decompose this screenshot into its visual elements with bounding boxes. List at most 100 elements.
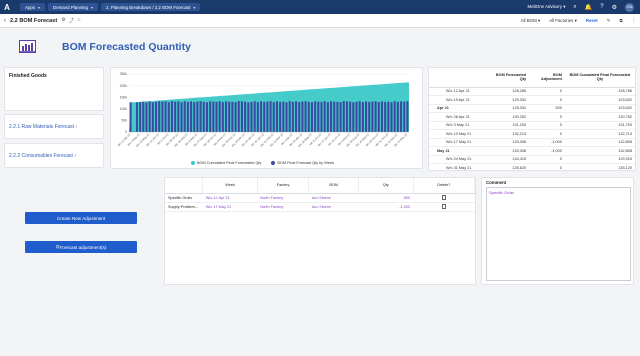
weekly-bar[interactable]	[336, 101, 339, 132]
weekly-bar[interactable]	[177, 101, 180, 132]
forecast-table-row[interactable]: W/c 17 May 21 133,308 -1,000 132,808	[429, 138, 635, 147]
weekly-bar[interactable]	[190, 101, 193, 132]
weekly-bar[interactable]	[260, 101, 263, 132]
weekly-bar[interactable]	[209, 101, 212, 132]
adjustment-week[interactable]: W/c 12 Apr 21	[202, 193, 258, 203]
adjustment-factory[interactable]: North Factory	[257, 202, 309, 212]
weekly-bar[interactable]	[266, 101, 269, 132]
adjustment-qty[interactable]: 500	[358, 193, 414, 203]
weekly-bar[interactable]	[374, 101, 377, 132]
weekly-bar[interactable]	[196, 101, 199, 132]
weekly-bar[interactable]	[333, 101, 336, 132]
edit-icon[interactable]: ✎	[607, 18, 611, 24]
account-switcher[interactable]: MeltOne Advisory ▾	[528, 4, 566, 10]
weekly-bar[interactable]	[145, 102, 148, 132]
share-icon[interactable]: ⤴	[69, 17, 74, 24]
weekly-bar[interactable]	[282, 101, 285, 132]
forecast-table-row[interactable]: W/c 24 May 21 134,415 0 133,915	[429, 155, 635, 164]
weekly-bar[interactable]	[355, 101, 358, 132]
weekly-bar[interactable]	[135, 102, 138, 132]
filter-bom[interactable]: All BOM ▾	[521, 18, 541, 24]
weekly-bar[interactable]	[221, 102, 224, 132]
weekly-bar[interactable]	[247, 102, 250, 132]
weekly-bar[interactable]	[215, 101, 218, 132]
delete-checkbox[interactable]	[441, 204, 447, 209]
weekly-bar[interactable]	[180, 102, 183, 132]
weekly-bar[interactable]	[269, 101, 272, 132]
weekly-bar[interactable]	[158, 101, 161, 132]
breadcrumb-demand-planning[interactable]: Demand Planning ▾	[48, 3, 98, 11]
gear-icon[interactable]: ⚙	[61, 17, 65, 24]
forecast-adjustments-button[interactable]: ⊡ Forecast adjustment(s)	[25, 241, 137, 253]
weekly-bar[interactable]	[387, 101, 390, 132]
comment-textarea[interactable]: Specific Order	[486, 187, 631, 281]
weekly-bar[interactable]	[298, 102, 301, 132]
weekly-bar[interactable]	[330, 101, 333, 132]
weekly-bar[interactable]	[400, 101, 403, 132]
legend-item-weekly[interactable]: BOM Final Forecast Qty by Week	[271, 161, 334, 165]
weekly-bar[interactable]	[183, 101, 186, 132]
weekly-bar[interactable]	[393, 101, 396, 132]
weekly-bar[interactable]	[161, 101, 164, 132]
weekly-bar[interactable]	[170, 101, 173, 132]
weekly-bar[interactable]	[240, 101, 243, 132]
adjustment-bom[interactable]: Acc Sleeve	[308, 202, 359, 212]
weekly-bar[interactable]	[339, 102, 342, 132]
weekly-bar[interactable]	[320, 101, 323, 132]
back-icon[interactable]: ‹	[4, 18, 6, 24]
search-icon[interactable]: ⌕	[573, 4, 576, 11]
weekly-bar[interactable]	[307, 101, 310, 132]
weekly-bar[interactable]	[174, 101, 177, 132]
weekly-bar[interactable]	[384, 101, 387, 132]
weekly-bar[interactable]	[342, 101, 345, 132]
create-adjustment-button[interactable]: Create New Adjustment	[25, 212, 137, 224]
weekly-bar[interactable]	[142, 101, 145, 132]
weekly-bar[interactable]	[202, 101, 205, 132]
forecast-table-row[interactable]: May 21 133,308 -1,000 132,808	[429, 146, 635, 156]
weekly-bar[interactable]	[345, 101, 348, 132]
weekly-bar[interactable]	[167, 102, 170, 132]
weekly-bar[interactable]	[212, 101, 215, 132]
adjustment-qty[interactable]: -1,000	[358, 202, 414, 212]
weekly-bar[interactable]	[288, 101, 291, 132]
weekly-bar[interactable]	[272, 102, 275, 132]
adjustment-factory[interactable]: North Factory	[257, 193, 309, 203]
weekly-bar[interactable]	[237, 101, 240, 132]
weekly-bar[interactable]	[256, 102, 259, 132]
breadcrumb-current-page[interactable]: 2. Planning Breakdown / 2.2 BOM Forecast…	[100, 3, 201, 11]
weekly-bar[interactable]	[323, 101, 326, 132]
delete-checkbox[interactable]	[441, 195, 447, 200]
weekly-bar[interactable]	[155, 101, 158, 132]
raw-materials-link[interactable]: 2.2.1 Raw Materials Forecast ›	[4, 114, 104, 139]
weekly-bar[interactable]	[301, 101, 304, 132]
weekly-bar[interactable]	[358, 101, 361, 132]
adjustment-reason[interactable]: Supply Problem...	[165, 202, 203, 212]
weekly-bar[interactable]	[396, 101, 399, 132]
weekly-bar[interactable]	[244, 101, 247, 132]
legend-item-cumulated[interactable]: BOM Cumulated Final Forecasted Qty	[191, 161, 261, 165]
forecast-table-row[interactable]: W/c 10 May 21 132,213 0 132,713	[429, 129, 635, 139]
weekly-bar[interactable]	[314, 101, 317, 132]
weekly-bar[interactable]	[250, 101, 253, 132]
forecast-table-row[interactable]: W/c 12 Apr 21 128,286 0 128,786	[429, 87, 635, 96]
reset-button[interactable]: Reset	[586, 18, 598, 23]
weekly-bar[interactable]	[129, 102, 132, 132]
weekly-bar[interactable]	[377, 102, 380, 132]
weekly-bar[interactable]	[228, 101, 231, 132]
weekly-bar[interactable]	[361, 102, 364, 132]
adjustment-row[interactable]: Specific Order W/c 12 Apr 21 North Factory…	[165, 193, 475, 203]
app-logo[interactable]: A	[0, 0, 14, 14]
weekly-bar[interactable]	[234, 102, 237, 132]
breadcrumb-apps[interactable]: Apps ▾	[20, 3, 46, 11]
star-icon[interactable]: ☆	[77, 17, 81, 24]
help-icon[interactable]: ?	[600, 4, 603, 10]
copy-icon[interactable]: ⧉	[619, 18, 622, 23]
weekly-bar[interactable]	[295, 101, 298, 132]
weekly-bar[interactable]	[403, 101, 406, 132]
weekly-bar[interactable]	[352, 102, 355, 132]
weekly-bar[interactable]	[199, 101, 202, 132]
forecast-table-row[interactable]: W/c 31 May 21 135,620 0 135,120	[429, 163, 635, 170]
weekly-bar[interactable]	[139, 102, 142, 132]
weekly-bar[interactable]	[279, 101, 282, 132]
weekly-bar[interactable]	[205, 102, 208, 132]
